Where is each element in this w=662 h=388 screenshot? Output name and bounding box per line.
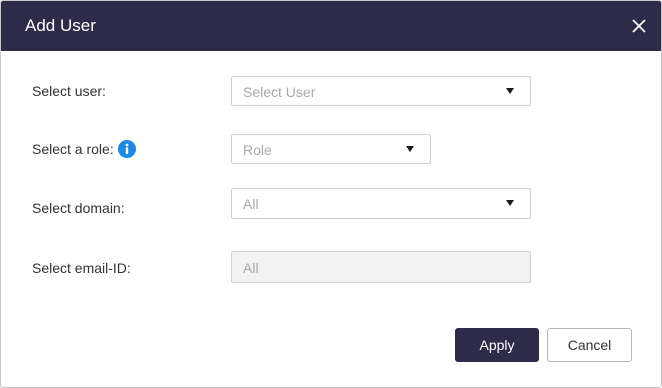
close-icon[interactable] — [631, 18, 647, 34]
select-user-label-text: Select user: — [32, 83, 106, 99]
select-role-dropdown[interactable]: Role — [231, 134, 431, 164]
select-email-label-text: Select email-ID: — [32, 260, 131, 276]
select-role-placeholder: Role — [243, 142, 272, 158]
dialog-title: Add User — [25, 16, 96, 35]
chevron-down-icon — [406, 146, 414, 152]
select-user-label: Select user: — [32, 82, 106, 100]
chevron-down-icon — [506, 88, 514, 94]
info-icon[interactable] — [117, 140, 136, 158]
select-role-label: Select a role: — [32, 140, 136, 158]
add-user-dialog: Add User Select user: Select User Select… — [0, 0, 662, 388]
select-domain-value: All — [243, 196, 259, 212]
select-domain-label-text: Select domain: — [32, 200, 125, 216]
apply-button[interactable]: Apply — [455, 328, 539, 362]
cancel-button[interactable]: Cancel — [547, 328, 632, 362]
select-email-field: All — [231, 251, 531, 283]
select-domain-dropdown[interactable]: All — [231, 188, 531, 219]
select-email-value: All — [243, 260, 259, 276]
dialog-header: Add User — [1, 1, 661, 51]
select-user-placeholder: Select User — [243, 84, 316, 100]
select-role-label-text: Select a role: — [32, 141, 114, 157]
select-user-dropdown[interactable]: Select User — [231, 76, 531, 106]
chevron-down-icon — [506, 200, 514, 206]
select-email-label: Select email-ID: — [32, 259, 131, 277]
select-domain-label: Select domain: — [32, 199, 125, 217]
